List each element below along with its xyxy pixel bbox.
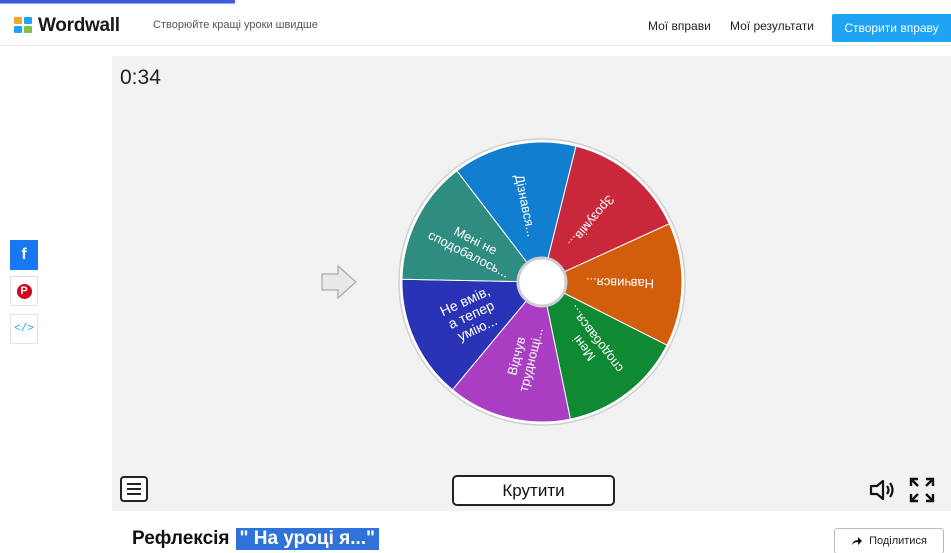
share-button[interactable]: Поділитися bbox=[834, 528, 944, 553]
embed-code-icon[interactable]: </> bbox=[10, 314, 38, 344]
menu-button[interactable] bbox=[120, 476, 148, 502]
arrow-pointer-icon bbox=[321, 264, 357, 300]
nav-my-activities[interactable]: Мої вправи bbox=[648, 19, 711, 33]
speaker-icon[interactable] bbox=[868, 478, 896, 502]
spinner-wheel[interactable]: Зрозумів...Навчився...Менісподобався...В… bbox=[112, 56, 951, 511]
spin-button[interactable]: Крутити bbox=[452, 475, 615, 506]
activity-title-highlight: " На уроці я..." bbox=[235, 528, 380, 550]
tagline: Створюйте кращі уроки швидше bbox=[153, 19, 318, 31]
pinterest-logo: P bbox=[16, 283, 32, 299]
site-header: Wordwall Створюйте кращі уроки швидше Мо… bbox=[0, 6, 951, 46]
activity-stage: 0:34 Зрозумів... Навчився... Менісподобавс… bbox=[112, 56, 951, 511]
logo-mark-icon bbox=[14, 17, 34, 35]
pinterest-share-icon[interactable]: P bbox=[10, 276, 38, 306]
share-arrow-icon bbox=[852, 537, 863, 545]
activity-title: Рефлексія " На уроці я..." bbox=[132, 528, 380, 550]
facebook-share-icon[interactable]: f bbox=[10, 240, 38, 270]
activity-title-prefix: Рефлексія bbox=[132, 528, 230, 549]
logo-text: Wordwall bbox=[38, 15, 120, 36]
fullscreen-icon[interactable] bbox=[908, 476, 936, 504]
wheel-hub bbox=[516, 256, 568, 308]
wheel-segment-label: Навчився... bbox=[586, 275, 654, 291]
wordwall-logo[interactable]: Wordwall bbox=[14, 15, 120, 36]
share-button-label: Поділитися bbox=[869, 535, 927, 547]
top-link-underline-secondary bbox=[0, 3, 235, 4]
create-activity-button[interactable]: Створити вправу bbox=[832, 14, 951, 42]
nav-my-results[interactable]: Мої результати bbox=[730, 19, 814, 33]
